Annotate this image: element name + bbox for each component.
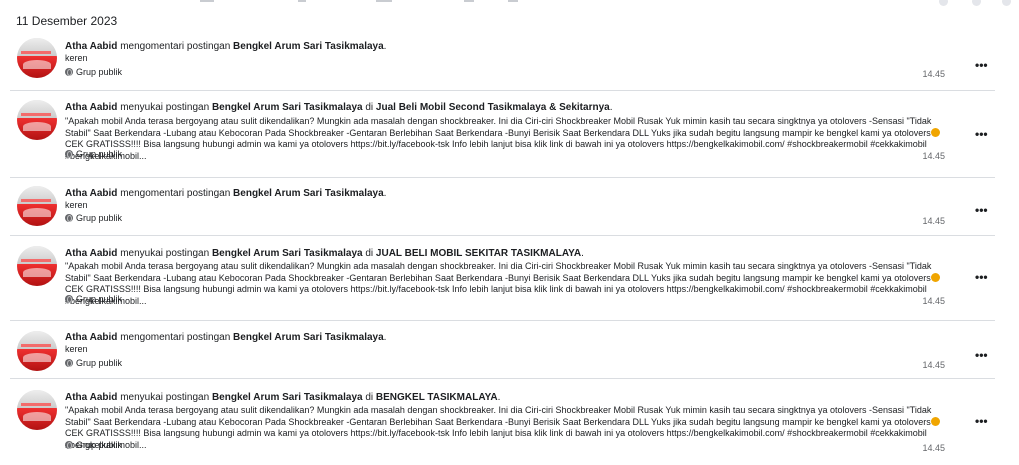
more-options-button[interactable]: •••: [975, 58, 988, 72]
group-name[interactable]: Jual Beli Mobil Second Tasikmalaya & Sek…: [376, 102, 610, 113]
activity-entry: Atha Aabid menyukai postingan Bengkel Ar…: [10, 379, 995, 465]
globe-icon: [65, 359, 73, 367]
more-options-button[interactable]: •••: [975, 270, 988, 284]
entry-title: Atha Aabid mengomentari postingan Bengke…: [65, 41, 387, 52]
timestamp[interactable]: 14.45: [922, 296, 945, 306]
emoji-icon: [930, 272, 940, 282]
toolbar-fragment: [298, 0, 306, 2]
top-toolbar-fragment: [0, 0, 1019, 7]
globe-icon: [65, 68, 73, 76]
globe-icon: [65, 441, 73, 449]
actor-name[interactable]: Atha Aabid: [65, 392, 117, 403]
toolbar-fragment: [464, 0, 474, 2]
toolbar-fragment: [376, 0, 392, 2]
avatar[interactable]: [17, 331, 57, 371]
globe-icon: [65, 214, 73, 222]
privacy-indicator: Grup publik: [65, 358, 122, 368]
privacy-indicator: Grup publik: [65, 294, 122, 304]
timestamp[interactable]: 14.45: [922, 151, 945, 161]
actor-name[interactable]: Atha Aabid: [65, 102, 117, 113]
privacy-indicator: Grup publik: [65, 213, 122, 223]
avatar[interactable]: [17, 246, 57, 286]
toolbar-icon[interactable]: [939, 0, 948, 6]
post-excerpt: "Apakah mobil Anda terasa bergoyang atau…: [65, 405, 940, 451]
globe-icon: [65, 295, 73, 303]
entry-title: Atha Aabid mengomentari postingan Bengke…: [65, 188, 387, 199]
emoji-icon: [930, 416, 940, 426]
more-options-button[interactable]: •••: [975, 348, 988, 362]
actor-name[interactable]: Atha Aabid: [65, 248, 117, 259]
group-name[interactable]: JUAL BELI MOBIL SEKITAR TASIKMALAYA: [376, 248, 581, 259]
post-excerpt: "Apakah mobil Anda terasa bergoyang atau…: [65, 116, 940, 162]
avatar[interactable]: [17, 186, 57, 226]
timestamp[interactable]: 14.45: [922, 69, 945, 79]
entry-title: Atha Aabid menyukai postingan Bengkel Ar…: [65, 248, 584, 259]
group-name[interactable]: BENGKEL TASIKMALAYA: [376, 392, 498, 403]
comment-text: keren: [65, 344, 88, 354]
post-target[interactable]: Bengkel Arum Sari Tasikmalaya: [212, 102, 363, 113]
more-options-button[interactable]: •••: [975, 127, 988, 141]
actor-name[interactable]: Atha Aabid: [65, 332, 117, 343]
toolbar-fragment: [200, 0, 214, 2]
emoji-icon: [930, 127, 940, 137]
post-excerpt: "Apakah mobil Anda terasa bergoyang atau…: [65, 261, 940, 307]
date-heading: 11 Desember 2023: [16, 14, 118, 28]
entry-title: Atha Aabid menyukai postingan Bengkel Ar…: [65, 102, 613, 113]
activity-feed: Atha Aabid mengomentari postingan Bengke…: [10, 33, 1010, 465]
entry-title: Atha Aabid menyukai postingan Bengkel Ar…: [65, 392, 501, 403]
privacy-indicator: Grup publik: [65, 440, 122, 450]
post-target[interactable]: Bengkel Arum Sari Tasikmalaya: [233, 332, 384, 343]
activity-entry: Atha Aabid mengomentari postingan Bengke…: [10, 178, 995, 236]
toolbar-fragment: [508, 0, 518, 2]
entry-title: Atha Aabid mengomentari postingan Bengke…: [65, 332, 387, 343]
avatar[interactable]: [17, 38, 57, 78]
timestamp[interactable]: 14.45: [922, 360, 945, 370]
more-options-button[interactable]: •••: [975, 414, 988, 428]
privacy-indicator: Grup publik: [65, 149, 122, 159]
toolbar-icon[interactable]: [1002, 0, 1011, 6]
post-target[interactable]: Bengkel Arum Sari Tasikmalaya: [233, 188, 384, 199]
toolbar-icon[interactable]: [972, 0, 981, 6]
activity-entry: Atha Aabid menyukai postingan Bengkel Ar…: [10, 91, 995, 178]
avatar[interactable]: [17, 390, 57, 430]
actor-name[interactable]: Atha Aabid: [65, 41, 117, 52]
avatar[interactable]: [17, 100, 57, 140]
activity-entry: Atha Aabid mengomentari postingan Bengke…: [10, 33, 995, 91]
more-options-button[interactable]: •••: [975, 203, 988, 217]
comment-text: keren: [65, 200, 88, 210]
comment-text: keren: [65, 53, 88, 63]
timestamp[interactable]: 14.45: [922, 443, 945, 453]
activity-entry: Atha Aabid mengomentari postingan Bengke…: [10, 321, 995, 379]
post-target[interactable]: Bengkel Arum Sari Tasikmalaya: [212, 248, 363, 259]
activity-entry: Atha Aabid menyukai postingan Bengkel Ar…: [10, 236, 995, 321]
timestamp[interactable]: 14.45: [922, 216, 945, 226]
post-target[interactable]: Bengkel Arum Sari Tasikmalaya: [233, 41, 384, 52]
actor-name[interactable]: Atha Aabid: [65, 188, 117, 199]
privacy-indicator: Grup publik: [65, 67, 122, 77]
globe-icon: [65, 150, 73, 158]
post-target[interactable]: Bengkel Arum Sari Tasikmalaya: [212, 392, 363, 403]
